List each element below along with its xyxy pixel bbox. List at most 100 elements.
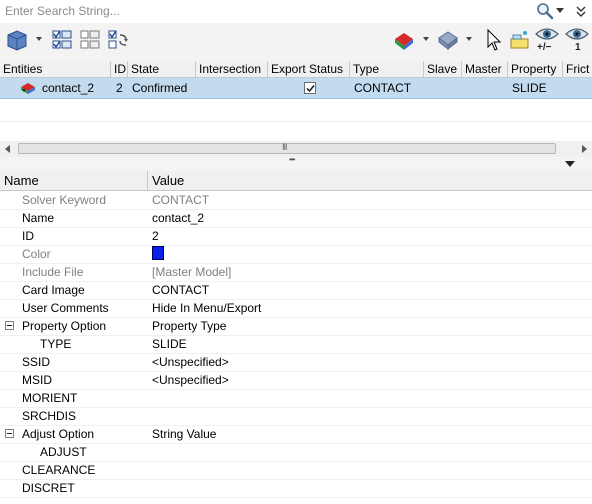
swap-selection-icon[interactable] [106, 27, 130, 53]
column-header-export-status[interactable]: Export Status [268, 61, 350, 78]
property-name: SRCHDIS [22, 409, 77, 423]
collapse-icon[interactable] [5, 429, 14, 438]
entity-color-dropdown-icon[interactable] [423, 37, 429, 41]
deselect-icon[interactable] [78, 27, 102, 53]
search-input[interactable] [2, 2, 534, 20]
property-grid: Name Value Solver Keyword CONTACT Name c… [0, 171, 592, 504]
highlight-icon[interactable] [508, 27, 532, 53]
export-status-checkbox[interactable] [304, 82, 316, 94]
column-header-id[interactable]: ID [111, 61, 128, 78]
property-name: User Comments [22, 301, 109, 315]
column-header-type[interactable]: Type [350, 61, 424, 78]
eye-icon [535, 28, 559, 40]
property-name: Include File [22, 265, 84, 279]
collapse-icon[interactable] [5, 321, 14, 330]
property-row-name[interactable]: Name contact_2 [0, 209, 592, 228]
column-header-slave[interactable]: Slave [424, 61, 462, 78]
property-value: String Value [152, 427, 217, 441]
scroll-right-icon[interactable] [576, 141, 592, 157]
row-entity-name: contact_2 [42, 81, 95, 95]
horizontal-scrollbar[interactable]: III [0, 141, 592, 157]
row-property: SLIDE [512, 81, 547, 95]
property-value [152, 245, 164, 263]
property-row-adjust-option[interactable]: Adjust Option String Value [0, 425, 592, 444]
property-name: MSID [22, 373, 52, 387]
row-id: 2 [116, 81, 123, 95]
search-icon[interactable] [536, 2, 554, 20]
splitter-grip: ••• [289, 155, 295, 164]
contact-entity-icon [21, 83, 35, 94]
property-row-discret[interactable]: DISCRET [0, 479, 592, 498]
property-name: Property Option [22, 319, 107, 333]
scrollbar-grip: III [282, 142, 287, 152]
property-name: ID [22, 229, 34, 243]
show-only-button[interactable]: 1 [564, 25, 590, 59]
property-value: [Master Model] [152, 265, 232, 279]
property-row-type[interactable]: TYPE SLIDE [0, 335, 592, 354]
property-row-adjust[interactable]: ADJUST [0, 443, 592, 462]
property-name-header[interactable]: Name [0, 171, 148, 191]
display-mode-dropdown-icon[interactable] [466, 37, 472, 41]
toolbar: +/− 1 [0, 23, 592, 62]
property-row-user-comments[interactable]: User Comments Hide In Menu/Export [0, 299, 592, 318]
select-all-icon[interactable] [50, 27, 74, 53]
column-header-intersection[interactable]: Intersection [196, 61, 268, 78]
property-name: SSID [22, 355, 51, 369]
row-divider [0, 121, 592, 122]
property-value: Property Type [152, 319, 227, 333]
show-hide-toggle-button[interactable]: +/− [534, 25, 560, 59]
property-name: Color [22, 247, 51, 261]
row-state: Confirmed [132, 81, 188, 95]
property-name: Solver Keyword [22, 193, 107, 207]
property-row-include-file[interactable]: Include File [Master Model] [0, 263, 592, 282]
property-row-srchdis[interactable]: SRCHDIS [0, 407, 592, 426]
property-name: Card Image [22, 283, 85, 297]
display-mode-icon[interactable] [436, 27, 460, 53]
property-row-id[interactable]: ID 2 [0, 227, 592, 246]
entity-table: Entities ID State Intersection Export St… [0, 61, 592, 141]
show-only-label: 1 [575, 42, 581, 53]
scroll-left-icon[interactable] [0, 141, 16, 157]
property-row-morient[interactable]: MORIENT [0, 389, 592, 408]
view-entity-icon[interactable] [4, 27, 28, 53]
property-value: 2 [152, 229, 159, 243]
property-value-header[interactable]: Value [148, 171, 592, 191]
property-name: CLEARANCE [22, 463, 96, 477]
show-hide-label: +/− [537, 42, 552, 53]
row-type: CONTACT [354, 81, 412, 95]
checkmark-icon [306, 85, 315, 93]
scrollbar-thumb[interactable]: III [18, 142, 556, 154]
column-header-entities[interactable]: Entities [0, 61, 111, 78]
property-value: SLIDE [152, 337, 187, 351]
property-value: <Unspecified> [152, 355, 229, 369]
column-header-state[interactable]: State [128, 61, 196, 78]
table-row[interactable]: contact_2 2 Confirmed CONTACT SLIDE [0, 78, 592, 99]
property-row-solver-keyword[interactable]: Solver Keyword CONTACT [0, 191, 592, 210]
property-name: Name [22, 211, 55, 225]
cursor-icon[interactable] [482, 27, 506, 53]
search-dropdown-icon[interactable] [556, 8, 564, 13]
column-header-master[interactable]: Master [462, 61, 508, 78]
property-value: CONTACT [152, 283, 210, 297]
column-header-friction[interactable]: Frict [563, 61, 592, 78]
expand-icon[interactable] [574, 3, 588, 19]
search-bar [0, 0, 592, 24]
color-swatch[interactable] [152, 246, 164, 260]
property-row-property-option[interactable]: Property Option Property Type [0, 317, 592, 336]
property-row-msid[interactable]: MSID <Unspecified> [0, 371, 592, 390]
property-value: <Unspecified> [152, 373, 229, 387]
column-header-property[interactable]: Property [508, 61, 563, 78]
property-value: Hide In Menu/Export [152, 301, 262, 315]
property-row-color[interactable]: Color [0, 245, 592, 264]
eye-icon [565, 28, 589, 40]
property-name: DISCRET [22, 481, 75, 495]
collapse-arrow-icon[interactable] [564, 159, 576, 169]
property-row-ssid[interactable]: SSID <Unspecified> [0, 353, 592, 372]
panel-splitter[interactable]: ••• [0, 155, 592, 172]
view-entity-dropdown-icon[interactable] [36, 37, 42, 41]
property-row-card-image[interactable]: Card Image CONTACT [0, 281, 592, 300]
entity-color-icon[interactable] [392, 27, 416, 53]
property-name: Adjust Option [22, 427, 95, 441]
property-value: contact_2 [152, 211, 205, 225]
property-row-clearance[interactable]: CLEARANCE [0, 461, 592, 480]
